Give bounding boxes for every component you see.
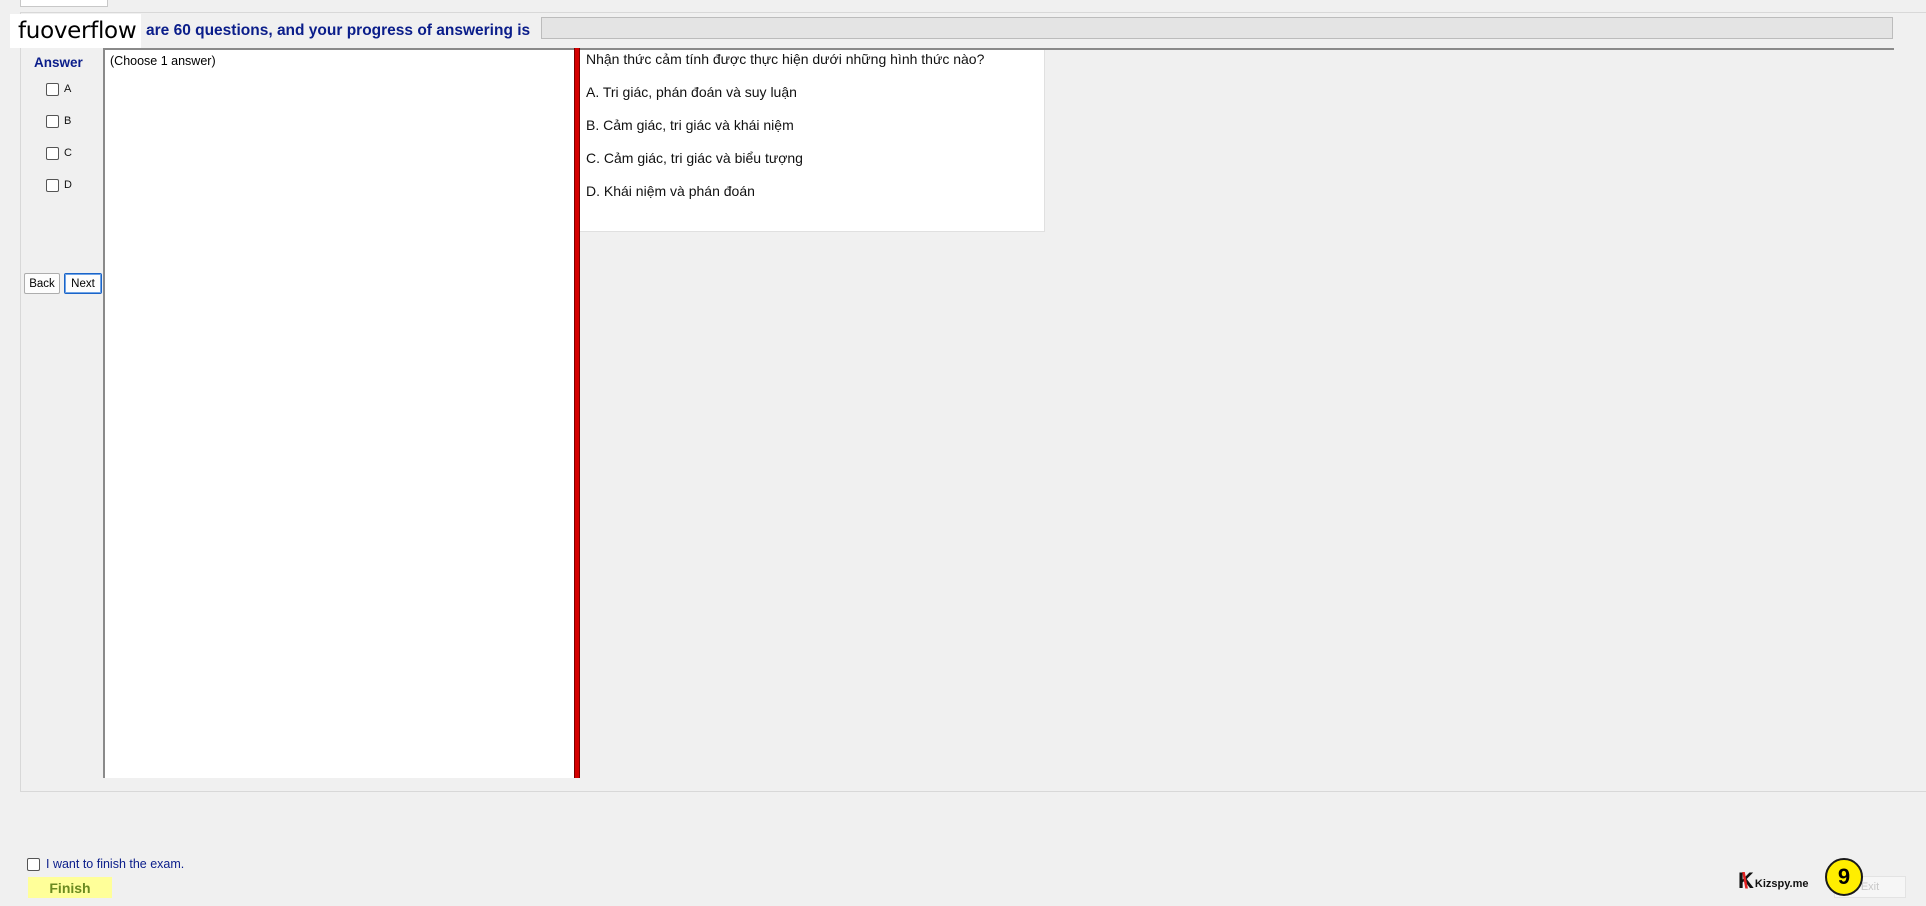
answer-option-b[interactable]: B (46, 113, 71, 129)
checkbox-c[interactable] (46, 146, 59, 160)
answer-option-label: A (64, 83, 72, 95)
choice-b-text: B. Cảm giác, tri giác và khái niệm (586, 117, 794, 133)
question-area: Nhận thức cảm tính được thực hiện dưới n… (580, 48, 1894, 778)
choice-a-text: A. Tri giác, phán đoán và suy luận (586, 84, 797, 100)
answer-panel: Answer A B C D (22, 49, 104, 779)
answer-title: Answer (34, 55, 83, 70)
answer-option-label: D (64, 179, 72, 191)
next-button[interactable]: Next (64, 273, 102, 294)
checkbox-a[interactable] (46, 82, 59, 96)
logo-text: Kizspy.me (1754, 878, 1809, 890)
question-box: Nhận thức cảm tính được thực hiện dưới n… (580, 50, 1045, 232)
answer-option-c[interactable]: C (46, 145, 72, 161)
logo-k-icon: K \ (1738, 868, 1754, 893)
watermark-label: fuoverflow (10, 14, 141, 48)
checkbox-b[interactable] (46, 114, 59, 128)
answer-option-label: B (64, 115, 72, 127)
choice-d-text: D. Khái niệm và phán đoán (586, 183, 755, 199)
answer-option-a[interactable]: A (46, 81, 71, 97)
back-button[interactable]: Back (24, 273, 60, 294)
kizspy-logo: K \ Kizspy.me (1738, 870, 1808, 892)
progress-bar (541, 17, 1893, 39)
checkbox-d[interactable] (46, 178, 59, 192)
finish-checkbox[interactable] (27, 857, 40, 871)
number-badge: 9 (1825, 858, 1863, 896)
instruction-panel: (Choose 1 answer) (103, 48, 576, 778)
finish-exam-checkbox[interactable]: I want to finish the exam. (27, 857, 184, 871)
choose-instruction: (Choose 1 answer) (110, 54, 216, 68)
finish-check-label: I want to finish the exam. (46, 857, 185, 871)
finish-button[interactable]: Finish (28, 877, 112, 898)
question-text: Nhận thức cảm tính được thực hiện dưới n… (586, 51, 985, 67)
tab-header-stub (20, 0, 108, 7)
answer-option-label: C (64, 147, 72, 159)
answer-option-d[interactable]: D (46, 177, 72, 193)
choice-c-text: C. Cảm giác, tri giác và biểu tượng (586, 150, 803, 166)
progress-text: are 60 questions, and your progress of a… (146, 22, 531, 39)
